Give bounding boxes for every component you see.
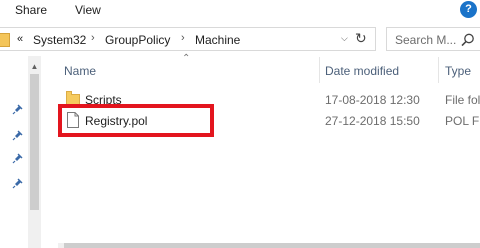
column-label-name: Name (64, 64, 97, 78)
file-date: 27-12-2018 15:50 (325, 114, 420, 128)
pin-icon[interactable] (12, 177, 24, 189)
ribbon: Share View ? (0, 0, 480, 22)
breadcrumb-separator-icon[interactable]: › (181, 32, 185, 44)
tab-share[interactable]: Share (15, 3, 47, 17)
tab-view[interactable]: View (75, 3, 101, 17)
search-icon[interactable] (460, 32, 476, 48)
pin-icon[interactable] (12, 103, 24, 115)
breadcrumb-overflow[interactable]: « (17, 33, 23, 45)
hscroll-thumb[interactable] (64, 243, 480, 248)
file-type: POL Fi (445, 114, 480, 128)
breadcrumb-grouppolicy[interactable]: GroupPolicy (105, 33, 170, 47)
file-date: 17-08-2018 12:30 (325, 93, 420, 107)
nav-scrollbar[interactable]: ▲ (28, 56, 41, 248)
breadcrumb-machine[interactable]: Machine (195, 33, 240, 47)
pin-icon[interactable] (12, 129, 24, 141)
highlight-annotation (58, 104, 214, 137)
chevron-down-icon[interactable]: ⌵ (341, 33, 348, 44)
navigation-pane (0, 56, 27, 248)
scroll-thumb[interactable] (30, 74, 39, 210)
column-label-date: Date modified (325, 64, 400, 78)
search-placeholder: Search M... (395, 33, 457, 47)
address-row: « System32 › GroupPolicy › Machine ⌵ ↻ S… (0, 27, 480, 53)
column-header-type[interactable]: Type (439, 57, 480, 83)
refresh-icon[interactable]: ↻ (355, 30, 367, 47)
breadcrumb-system32[interactable]: System32 (33, 33, 86, 47)
address-bar[interactable]: « System32 › GroupPolicy › Machine ⌵ ↻ (0, 27, 376, 51)
help-icon[interactable]: ? (460, 1, 477, 18)
column-header-date[interactable]: Date modified (320, 57, 438, 83)
horizontal-scrollbar[interactable] (58, 243, 480, 248)
file-type: File fol (445, 93, 480, 107)
column-label-type: Type (445, 64, 472, 78)
scroll-up-icon[interactable]: ▲ (28, 62, 41, 72)
column-header-name[interactable]: Name (58, 57, 320, 83)
pin-icon[interactable] (12, 152, 24, 164)
breadcrumb-separator-icon[interactable]: › (91, 32, 95, 44)
search-input[interactable]: Search M... (386, 27, 480, 51)
folder-mini-icon (0, 33, 10, 47)
